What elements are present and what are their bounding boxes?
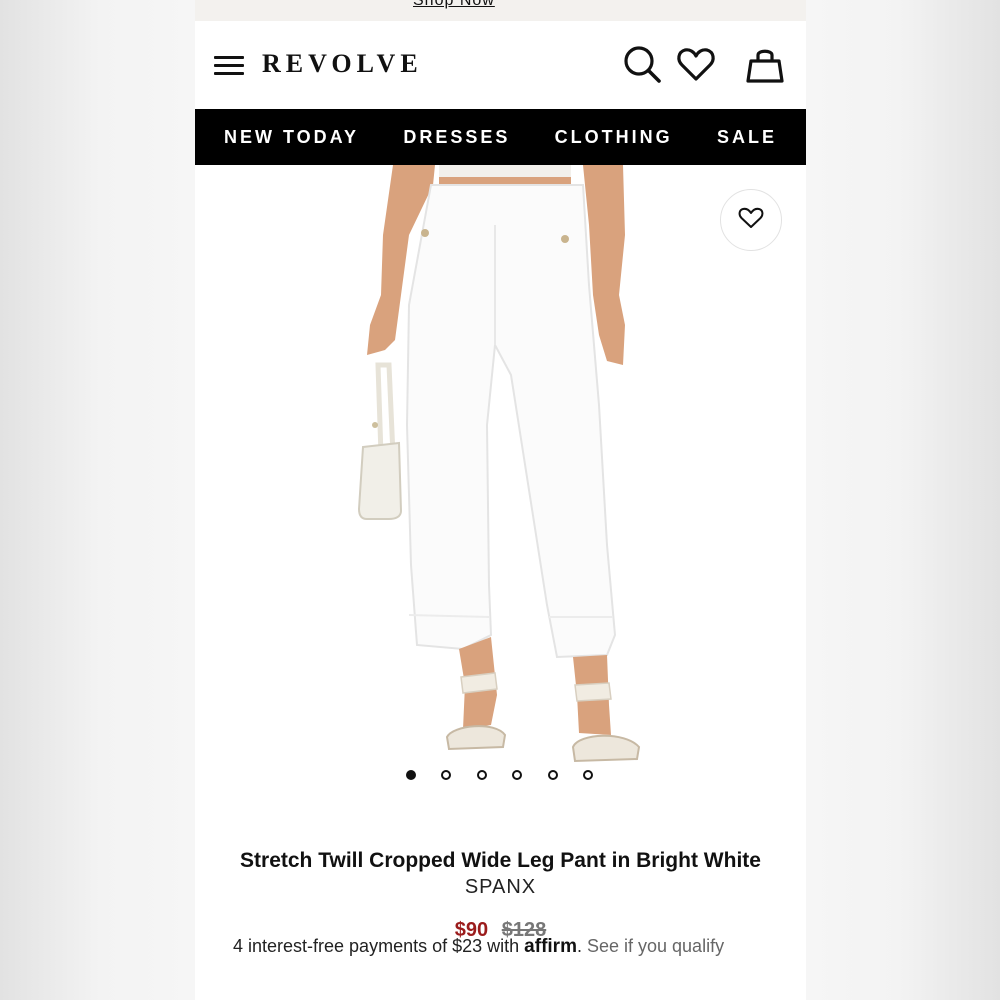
site-header: REVOLVE <box>195 21 806 109</box>
heart-outline-icon <box>738 206 764 235</box>
nav-sale[interactable]: SALE <box>717 127 777 148</box>
affirm-text: 4 interest-free payments of $23 with <box>233 936 520 956</box>
product-title: Stretch Twill Cropped Wide Leg Pant in B… <box>240 849 761 872</box>
affirm-qualify-link[interactable]: See if you qualify <box>587 936 724 956</box>
carousel-dot[interactable] <box>476 770 487 780</box>
product-image-carousel[interactable] <box>195 165 806 790</box>
affirm-financing: 4 interest-free payments of $23 with aff… <box>233 936 725 957</box>
carousel-dot[interactable] <box>547 770 558 780</box>
search-icon[interactable] <box>623 45 663 90</box>
product-page: Shop Now REVOLVE NEW TODAY DRESSES CLOTH… <box>195 0 806 1000</box>
nav-dresses[interactable]: DRESSES <box>403 127 510 148</box>
promo-banner: Shop Now <box>195 0 806 21</box>
bag-icon[interactable] <box>745 45 785 90</box>
nav-new-today[interactable]: NEW TODAY <box>224 127 359 148</box>
product-info: Stretch Twill Cropped Wide Leg Pant in B… <box>195 790 806 957</box>
carousel-dot[interactable] <box>406 770 416 780</box>
carousel-dot[interactable] <box>583 770 593 780</box>
heart-icon[interactable] <box>676 45 716 90</box>
product-photo <box>357 165 641 763</box>
product-brand[interactable]: SPANX <box>195 876 806 899</box>
affirm-logo: affirm <box>524 936 577 957</box>
shop-now-link[interactable]: Shop Now <box>413 0 495 10</box>
nav-clothing[interactable]: CLOTHING <box>555 127 673 148</box>
menu-icon[interactable] <box>214 56 244 76</box>
category-nav: NEW TODAY DRESSES CLOTHING SALE <box>195 109 806 165</box>
revolve-logo[interactable]: REVOLVE <box>262 49 423 79</box>
add-to-wishlist-button[interactable] <box>720 189 782 251</box>
